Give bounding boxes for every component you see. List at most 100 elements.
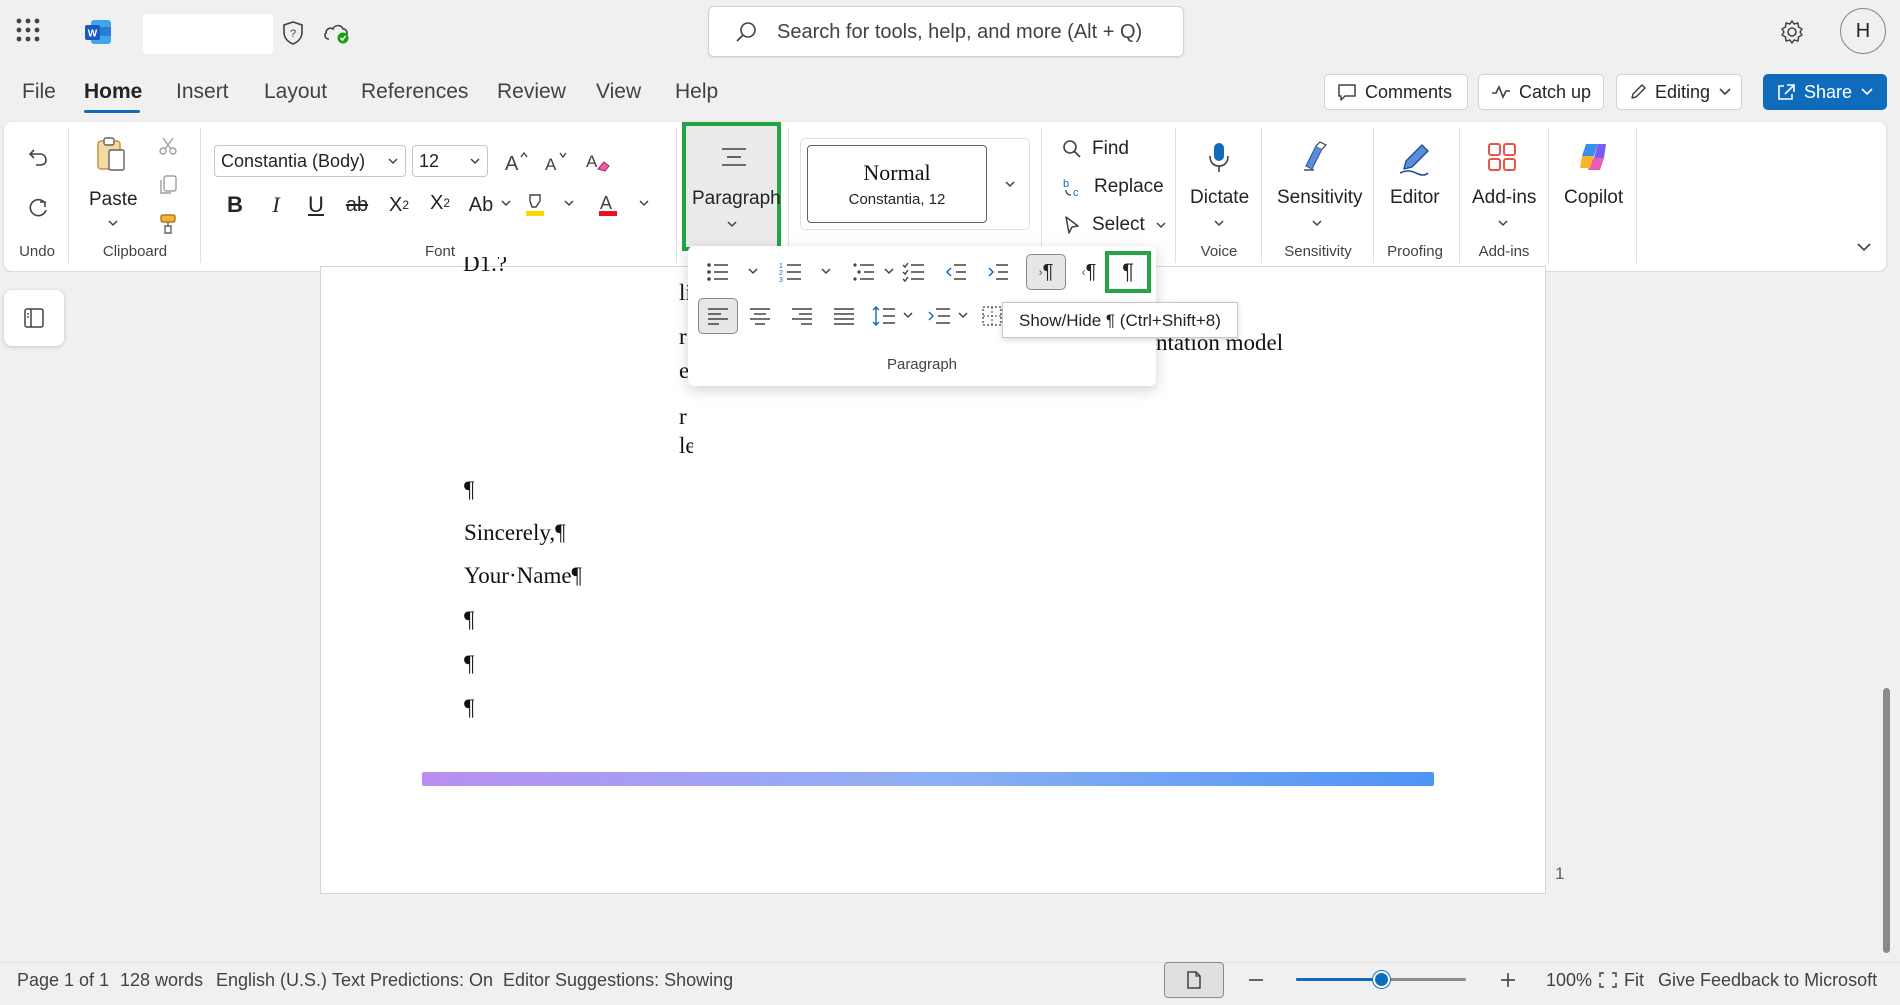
grow-font-icon[interactable]: A <box>503 147 531 175</box>
zoom-in-icon[interactable] <box>1496 968 1520 992</box>
chevron-down-icon[interactable] <box>882 266 896 276</box>
share-button[interactable]: Share <box>1763 74 1887 110</box>
fit-button[interactable]: Fit <box>1598 968 1644 992</box>
underline-icon[interactable]: U <box>303 192 329 218</box>
copy-icon[interactable] <box>156 173 180 197</box>
chevron-down-icon[interactable] <box>637 198 651 208</box>
editing-mode-button[interactable]: Editing <box>1616 74 1742 110</box>
decrease-indent-icon[interactable] <box>942 258 970 286</box>
copilot-label[interactable]: Copilot <box>1564 187 1623 209</box>
language-status[interactable]: English (U.S.) <box>216 970 327 991</box>
paragraph-spacing-icon[interactable] <box>924 301 954 331</box>
give-feedback-link[interactable]: Give Feedback to Microsoft <box>1658 970 1877 991</box>
chevron-down-icon[interactable] <box>106 218 120 228</box>
shrink-font-icon[interactable]: A <box>543 147 571 175</box>
subscript-icon[interactable]: X2 <box>384 192 414 218</box>
page-count-status[interactable]: Page 1 of 1 <box>17 970 109 991</box>
paragraph-button[interactable]: Paragraph <box>682 122 781 251</box>
rtl-paragraph-icon[interactable]: ‹ ¶ <box>1072 254 1106 290</box>
chevron-down-icon[interactable] <box>1212 218 1226 228</box>
superscript-icon[interactable]: X2 <box>425 190 455 216</box>
word-count-status[interactable]: 128 words <box>120 970 203 991</box>
styles-expand-chevron-icon[interactable] <box>1002 178 1018 190</box>
show-hide-paragraph-marks-button[interactable]: ¶ <box>1105 251 1151 293</box>
account-avatar[interactable]: H <box>1840 8 1886 54</box>
line-spacing-icon[interactable] <box>869 301 899 331</box>
shield-icon[interactable]: ? <box>280 20 306 46</box>
tab-references[interactable]: References <box>361 80 468 104</box>
tab-help[interactable]: Help <box>675 80 718 104</box>
chevron-down-icon[interactable] <box>819 266 833 276</box>
copilot-icon[interactable] <box>1574 138 1612 176</box>
chevron-down-icon[interactable] <box>1310 218 1324 228</box>
zoom-slider-track[interactable] <box>1296 971 1466 988</box>
tab-insert[interactable]: Insert <box>176 80 229 104</box>
paste-icon[interactable] <box>93 135 129 175</box>
tab-review[interactable]: Review <box>497 80 566 104</box>
dictate-label[interactable]: Dictate <box>1190 187 1249 209</box>
font-size-dropdown[interactable]: 12 <box>412 145 488 177</box>
highlighter-icon[interactable] <box>520 190 550 220</box>
ribbon-expand-chevron-icon[interactable] <box>1854 240 1874 254</box>
svg-text:A: A <box>586 152 598 171</box>
checklist-icon[interactable] <box>900 258 928 286</box>
bullets-icon[interactable] <box>704 258 732 286</box>
font-name-dropdown[interactable]: Constantia (Body) <box>214 145 406 177</box>
clear-formatting-icon[interactable]: A <box>584 147 612 175</box>
vertical-scrollbar[interactable] <box>1883 688 1890 953</box>
undo-icon[interactable] <box>24 143 52 171</box>
change-case-icon[interactable]: Ab <box>467 192 495 218</box>
align-right-icon[interactable] <box>787 301 817 331</box>
format-painter-icon[interactable] <box>156 212 180 236</box>
multilevel-list-icon[interactable] <box>850 258 878 286</box>
editor-suggestions-status[interactable]: Editor Suggestions: Showing <box>503 970 733 991</box>
redo-icon[interactable] <box>24 195 52 223</box>
chevron-down-icon[interactable] <box>1496 218 1510 228</box>
align-left-icon[interactable] <box>698 298 738 334</box>
tab-file[interactable]: File <box>22 80 56 104</box>
tab-home[interactable]: Home <box>84 80 142 104</box>
editor-label[interactable]: Editor <box>1390 187 1440 209</box>
cloud-saved-icon[interactable] <box>322 20 352 46</box>
zoom-level[interactable]: 100% <box>1546 970 1592 991</box>
tab-layout[interactable]: Layout <box>264 80 327 104</box>
numbering-icon[interactable]: 123 <box>777 258 805 286</box>
search-box[interactable]: Search for tools, help, and more (Alt + … <box>708 6 1184 57</box>
select-button[interactable]: Select <box>1062 210 1167 240</box>
chevron-down-icon[interactable] <box>499 198 513 208</box>
text-predictions-status[interactable]: Text Predictions: On <box>332 970 493 991</box>
cut-icon[interactable] <box>156 134 180 158</box>
navigation-pane-button[interactable] <box>4 290 64 346</box>
ltr-paragraph-icon[interactable]: › ¶ <box>1026 254 1066 290</box>
microphone-icon[interactable] <box>1204 140 1234 176</box>
add-ins-icon[interactable] <box>1484 138 1520 176</box>
font-color-icon[interactable]: A <box>593 190 623 220</box>
zoom-slider-thumb[interactable] <box>1373 971 1390 988</box>
sensitivity-icon[interactable] <box>1299 138 1333 176</box>
paste-label[interactable]: Paste <box>89 189 138 211</box>
increase-indent-icon[interactable] <box>984 258 1012 286</box>
tab-view[interactable]: View <box>596 80 641 104</box>
comments-button[interactable]: Comments <box>1324 74 1468 110</box>
find-button[interactable]: Find <box>1062 134 1129 164</box>
style-normal-card[interactable]: Normal Constantia, 12 <box>807 145 987 223</box>
bold-icon[interactable]: B <box>222 192 248 218</box>
chevron-down-icon[interactable] <box>901 310 915 320</box>
zoom-out-icon[interactable] <box>1244 968 1268 992</box>
document-name-field[interactable] <box>143 14 273 54</box>
editor-pen-icon[interactable] <box>1395 138 1433 178</box>
italic-icon[interactable]: I <box>263 192 289 218</box>
strikethrough-icon[interactable]: ab <box>343 192 371 218</box>
catchup-button[interactable]: Catch up <box>1478 74 1604 110</box>
chevron-down-icon[interactable] <box>956 310 970 320</box>
chevron-down-icon[interactable] <box>562 198 576 208</box>
add-ins-label[interactable]: Add-ins <box>1472 187 1536 209</box>
align-center-icon[interactable] <box>745 301 775 331</box>
sensitivity-label[interactable]: Sensitivity <box>1277 187 1363 209</box>
app-launcher-icon[interactable] <box>14 16 42 44</box>
settings-gear-icon[interactable] <box>1778 18 1806 46</box>
justify-icon[interactable] <box>829 301 859 331</box>
replace-button[interactable]: bc Replace <box>1062 172 1164 202</box>
print-layout-view-button[interactable] <box>1164 962 1224 998</box>
chevron-down-icon[interactable] <box>746 266 760 276</box>
